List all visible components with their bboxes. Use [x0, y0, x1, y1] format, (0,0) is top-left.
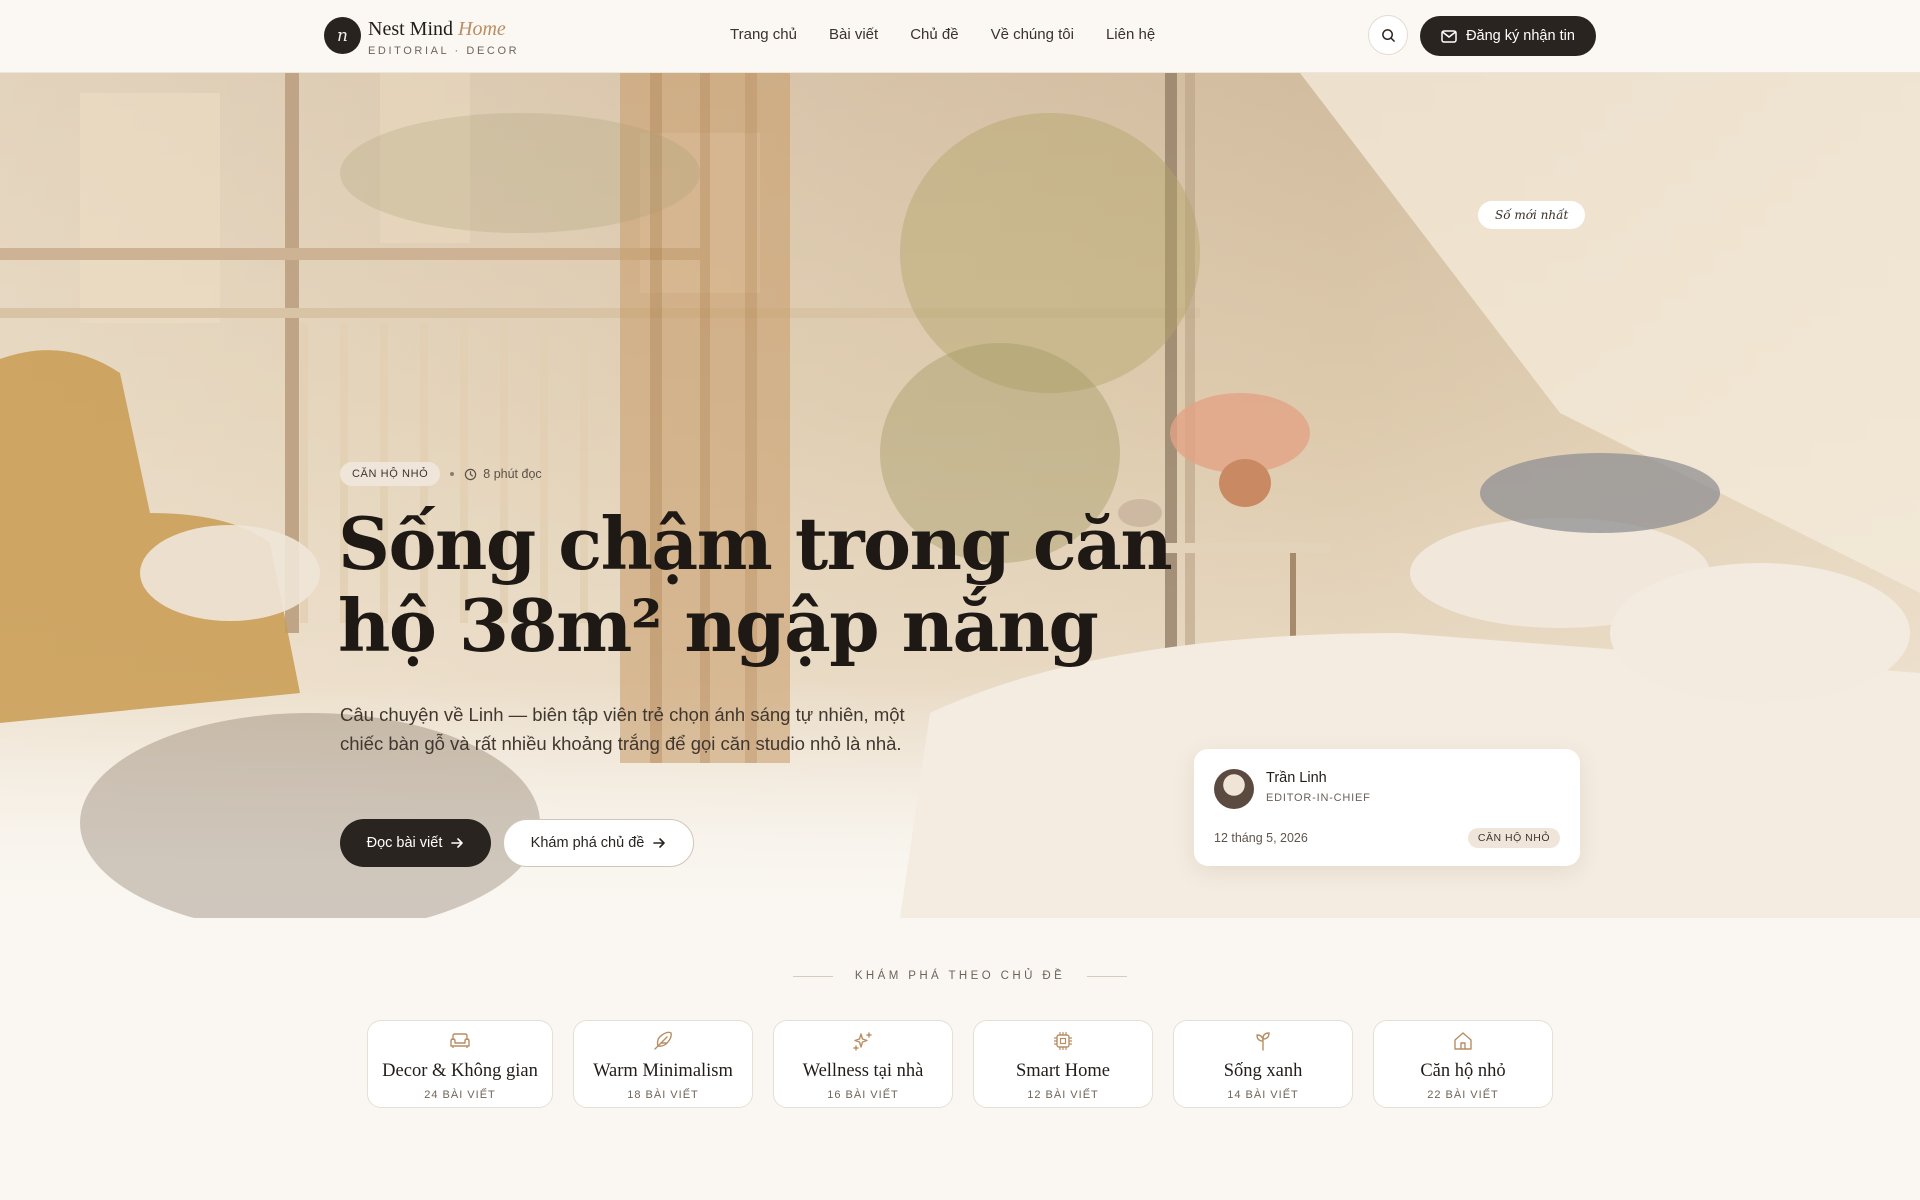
- arrow-right-icon: [451, 838, 464, 848]
- nav-item-articles[interactable]: Bài viết: [829, 26, 878, 43]
- hero-lead: Câu chuyện về Linh — biên tập viên trẻ c…: [340, 704, 905, 754]
- meta-separator: [450, 472, 455, 476]
- hero-title: Sống chậm trong căn hộ 38m² ngập nắng: [338, 501, 1173, 668]
- nav-item-topics[interactable]: Chủ đề: [910, 26, 958, 43]
- topic-name: Sống xanh: [1223, 1061, 1303, 1081]
- topic-name: Decor & Không gian: [382, 1061, 538, 1081]
- mail-icon: [1441, 29, 1457, 43]
- logo-name-accent: Home: [458, 18, 506, 40]
- topics-heading: KHÁM PHÁ THEO CHỦ ĐỀ: [0, 970, 1920, 982]
- subscribe-button[interactable]: Đăng ký nhận tin: [1420, 16, 1596, 56]
- logo-name[interactable]: Nest Mind Home: [368, 18, 506, 41]
- read-article-label: Đọc bài viết: [366, 835, 443, 851]
- sofa-icon: [450, 1033, 470, 1048]
- topic-count: 14 BÀI VIẾT: [1227, 1089, 1299, 1101]
- explore-topics-label: Khám phá chủ đề: [530, 835, 645, 851]
- feather-icon: [654, 1031, 672, 1050]
- author-category-tag: CĂN HỘ NHỎ: [1467, 828, 1560, 848]
- topic-card-green-living[interactable]: Sống xanh 14 BÀI VIẾT: [1173, 1020, 1353, 1108]
- explore-topics-button[interactable]: Khám phá chủ đề: [503, 819, 694, 867]
- site-header: n Nest Mind Home EDITORIAL · DECOR Trang…: [0, 0, 1920, 73]
- topic-count: 12 BÀI VIẾT: [1027, 1089, 1099, 1101]
- topic-count: 16 BÀI VIẾT: [827, 1089, 899, 1101]
- topic-list: Decor & Không gian 24 BÀI VIẾT Warm Mini…: [367, 1020, 1553, 1108]
- read-time-text: 8 phút đọc: [483, 467, 542, 481]
- main-nav: Trang chủ Bài viết Chủ đề Về chúng tôi L…: [730, 26, 1155, 43]
- nav-item-home[interactable]: Trang chủ: [730, 26, 797, 43]
- clock-icon: [465, 468, 477, 480]
- search-button[interactable]: [1368, 15, 1408, 55]
- topic-name: Smart Home: [1015, 1061, 1111, 1081]
- divider: [1087, 975, 1128, 977]
- hero-photo: [0, 73, 1920, 918]
- sparkles-icon: [853, 1032, 872, 1051]
- logo-tagline: EDITORIAL · DECOR: [368, 45, 520, 57]
- topic-card-small-apartment[interactable]: Căn hộ nhỏ 22 BÀI VIẾT: [1373, 1020, 1553, 1108]
- avatar: [1214, 769, 1254, 809]
- topic-name: Căn hộ nhỏ: [1420, 1061, 1506, 1081]
- logo-mark[interactable]: n: [324, 17, 361, 54]
- author-role: EDITOR-IN-CHIEF: [1266, 792, 1371, 804]
- divider: [792, 975, 833, 977]
- topic-card-smart-home[interactable]: Smart Home 12 BÀI VIẾT: [973, 1020, 1153, 1108]
- topic-count: 22 BÀI VIẾT: [1427, 1089, 1499, 1101]
- topics-heading-text: KHÁM PHÁ THEO CHỦ ĐỀ: [854, 970, 1066, 982]
- category-pill[interactable]: CĂN HỘ NHỎ: [340, 462, 441, 486]
- topic-card-wellness[interactable]: Wellness tại nhà 16 BÀI VIẾT: [773, 1020, 953, 1108]
- topic-name: Warm Minimalism: [593, 1061, 733, 1081]
- article-meta: CĂN HỘ NHỎ 8 phút đọc: [340, 462, 542, 486]
- topic-card-decor[interactable]: Decor & Không gian 24 BÀI VIẾT: [367, 1020, 553, 1108]
- arrow-right-icon: [653, 838, 666, 848]
- publish-date: 12 tháng 5, 2026: [1214, 831, 1308, 845]
- topic-count: 18 BÀI VIẾT: [627, 1089, 699, 1101]
- subscribe-label: Đăng ký nhận tin: [1466, 28, 1575, 44]
- author-card[interactable]: Trần Linh EDITOR-IN-CHIEF 12 tháng 5, 20…: [1194, 749, 1580, 866]
- read-article-button[interactable]: Đọc bài viết: [340, 819, 491, 867]
- nav-item-about[interactable]: Về chúng tôi: [991, 26, 1074, 43]
- search-icon: [1381, 28, 1395, 42]
- topic-count: 24 BÀI VIẾT: [424, 1089, 496, 1101]
- sprout-icon: [1256, 1032, 1270, 1051]
- nav-item-contact[interactable]: Liên hệ: [1106, 26, 1155, 43]
- chip-icon: [1054, 1032, 1072, 1050]
- latest-issue-badge: Số mới nhất: [1478, 201, 1586, 229]
- hero: Số mới nhất CĂN HỘ NHỎ 8 phút đọc Sống c…: [0, 73, 1920, 918]
- house-icon: [1454, 1032, 1472, 1050]
- topic-name: Wellness tại nhà: [802, 1061, 924, 1081]
- logo-name-main: Nest Mind: [368, 18, 453, 40]
- author-name: Trần Linh: [1266, 770, 1327, 786]
- topic-card-warm-minimalism[interactable]: Warm Minimalism 18 BÀI VIẾT: [573, 1020, 753, 1108]
- read-time: 8 phút đọc: [464, 467, 542, 481]
